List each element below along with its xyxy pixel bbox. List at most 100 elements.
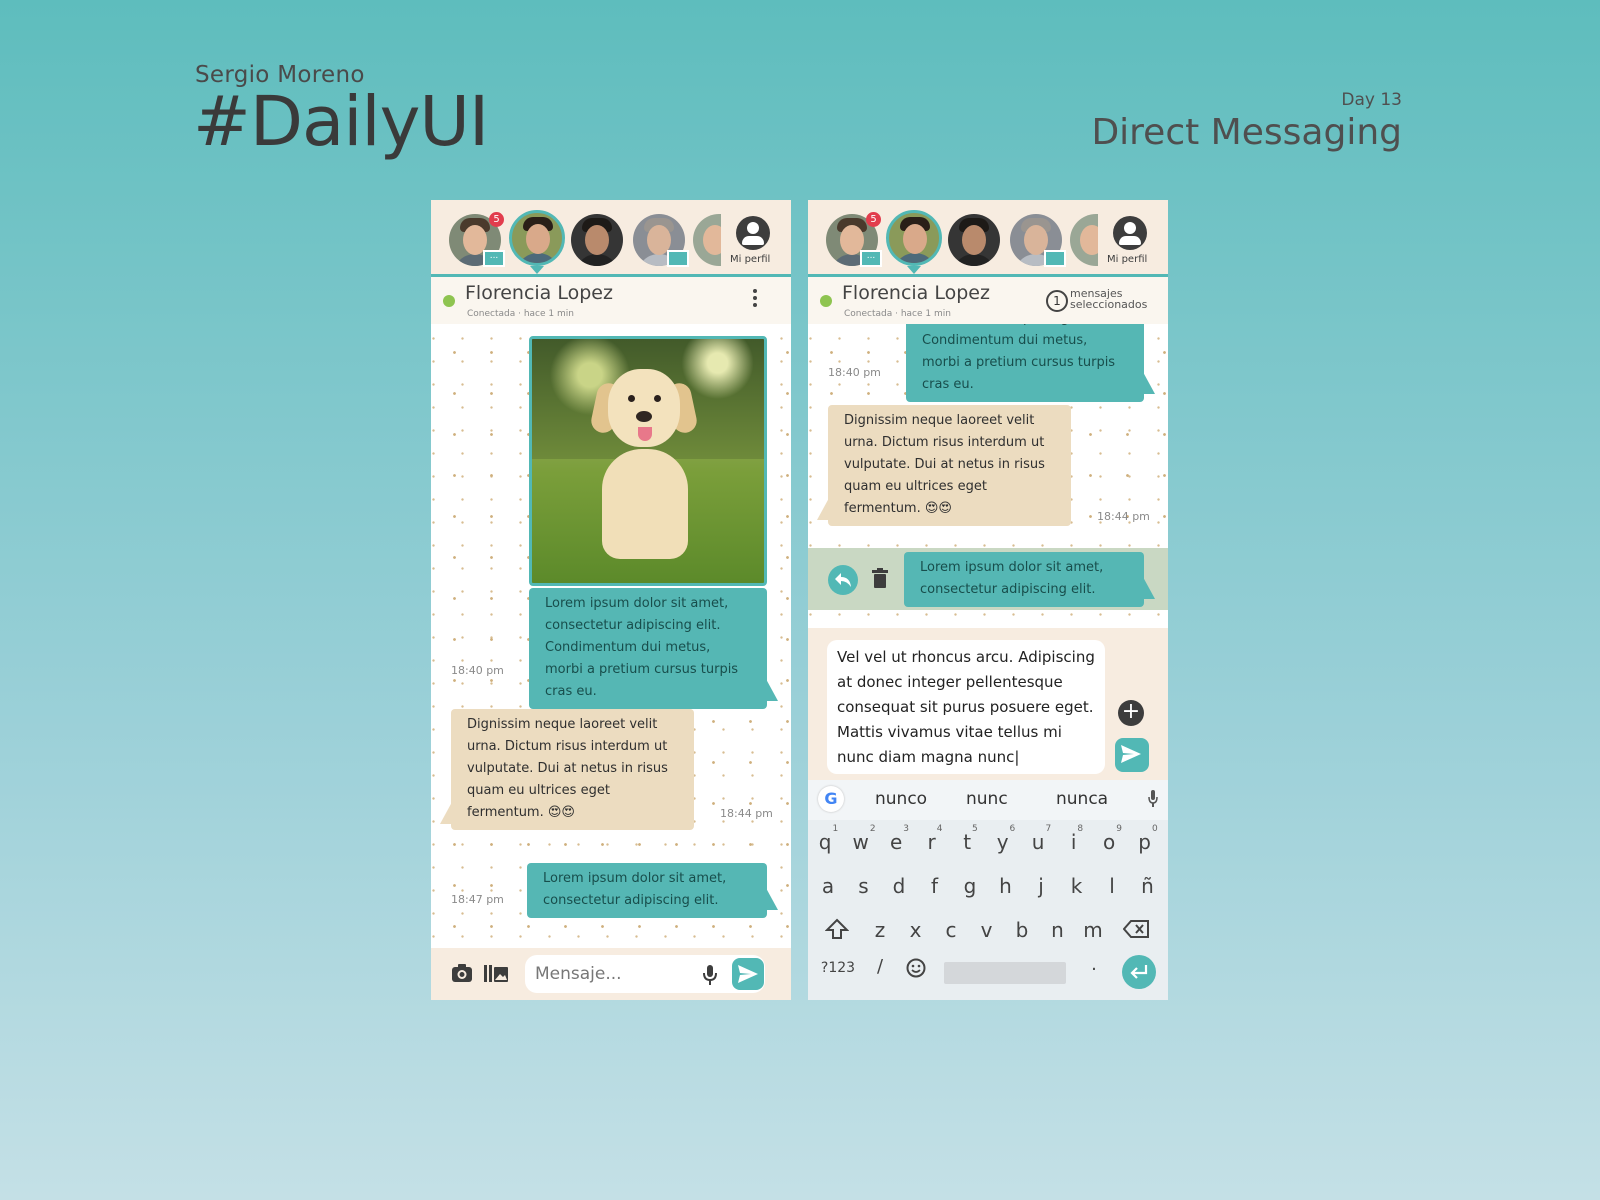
page-subtitle: Direct Messaging [1091, 112, 1402, 153]
key-f[interactable]: f [919, 874, 951, 898]
unread-badge: 5 [866, 212, 881, 227]
key-l[interactable]: l [1096, 874, 1128, 898]
contact-avatar-active[interactable] [509, 210, 565, 266]
message-time: 18:44 pm [1097, 510, 1150, 523]
trash-icon[interactable] [872, 568, 888, 588]
shift-icon[interactable] [825, 918, 849, 940]
key-t[interactable]: t5 [954, 824, 986, 854]
attach-plus-icon[interactable]: + [1118, 700, 1144, 726]
phone-screen-selection: 5 ... Mi perfil Florencia Lopez Conectad… [808, 200, 1168, 1000]
message-input-bar: Mensaje... [431, 948, 791, 1000]
compose-input[interactable]: Vel vel ut rhoncus arcu. Adipiscing at d… [827, 640, 1105, 774]
key-a[interactable]: a [812, 874, 844, 898]
key-r[interactable]: r4 [919, 824, 951, 854]
contact-name[interactable]: Florencia Lopez [842, 282, 990, 304]
key-ñ[interactable]: ñ [1132, 874, 1164, 898]
more-options-icon[interactable] [753, 289, 757, 310]
key-q[interactable]: q1 [812, 824, 844, 854]
key-u[interactable]: u7 [1025, 824, 1057, 854]
on-screen-keyboard: G nunco nunc nunca q1 w2 e3 r4 t5 y6 u7 i8 o9 p0 … [808, 780, 1168, 1000]
key-g[interactable]: g [954, 874, 986, 898]
active-contact-pointer [907, 266, 921, 274]
keyboard-mic-icon[interactable] [1148, 790, 1158, 808]
key-b[interactable]: b [1006, 918, 1038, 942]
period-key[interactable]: . [1078, 954, 1110, 975]
muted-icon [667, 250, 689, 267]
outgoing-message[interactable]: Lorem ipsum dolor sit amet, consectetur … [527, 863, 778, 918]
message-list[interactable]: Lorem ipsum dolor sit amet, consectetur … [431, 324, 791, 948]
key-x[interactable]: x [900, 918, 932, 942]
key-s[interactable]: s [848, 874, 880, 898]
suggestion[interactable]: nunca [1056, 789, 1108, 809]
key-z[interactable]: z [864, 918, 896, 942]
contact-status: Conectada · hace 1 min [467, 309, 574, 319]
chat-header: Florencia Lopez Conectada · hace 1 min 1… [808, 277, 1168, 324]
outgoing-message[interactable]: Lorem ipsum dolor sit amet, consectetur … [529, 588, 778, 709]
contact-name[interactable]: Florencia Lopez [465, 282, 613, 304]
camera-icon[interactable] [451, 963, 473, 983]
contact-avatar-active[interactable] [886, 210, 942, 266]
key-c[interactable]: c [935, 918, 967, 942]
profile-label[interactable]: Mi perfil [1107, 254, 1147, 265]
key-d[interactable]: d [883, 874, 915, 898]
contact-avatar[interactable] [948, 214, 1000, 266]
google-icon[interactable]: G [818, 786, 844, 812]
slash-key[interactable]: / [864, 956, 896, 977]
key-y[interactable]: y6 [990, 824, 1022, 854]
message-input[interactable]: Mensaje... [525, 955, 765, 993]
symbols-key[interactable]: ?123 [818, 960, 858, 976]
gallery-icon[interactable] [483, 963, 509, 983]
contact-avatar[interactable] [1070, 214, 1098, 266]
send-button[interactable] [1115, 738, 1149, 772]
suggestion-bar: G nunco nunc nunca [808, 780, 1168, 820]
reply-icon [835, 573, 851, 587]
key-v[interactable]: v [971, 918, 1003, 942]
message-time: 18:47 pm [451, 893, 504, 906]
incoming-message[interactable]: Dignissim neque laoreet velit urna. Dict… [440, 709, 694, 830]
selected-message-row[interactable]: Lorem ipsum dolor sit amet, consectetur … [808, 548, 1168, 610]
suggestion[interactable]: nunco [875, 789, 927, 809]
key-j[interactable]: j [1025, 874, 1057, 898]
key-row-3: zxcvbnm [808, 912, 1168, 952]
key-e[interactable]: e3 [883, 824, 915, 854]
contacts-bar: 5 ... Mi perfil [431, 200, 791, 277]
key-i[interactable]: i8 [1061, 824, 1093, 854]
profile-label[interactable]: Mi perfil [730, 254, 770, 265]
send-icon [738, 965, 758, 983]
key-p[interactable]: p0 [1132, 824, 1164, 854]
active-contact-pointer [530, 266, 544, 274]
page-title: #DailyUI [193, 82, 489, 162]
microphone-icon[interactable] [703, 964, 717, 986]
unread-badge: 5 [489, 212, 504, 227]
suggestion[interactable]: nunc [966, 789, 1008, 809]
enter-button[interactable] [1122, 955, 1156, 989]
contacts-bar: 5 ... Mi perfil [808, 200, 1168, 277]
reply-button[interactable] [828, 565, 858, 595]
day-label: Day 13 [1341, 90, 1402, 110]
spacebar[interactable] [944, 962, 1066, 984]
selected-outgoing-message[interactable]: Lorem ipsum dolor sit amet, consectetur … [904, 552, 1155, 607]
incoming-message[interactable]: Dignissim neque laoreet velit urna. Dict… [817, 405, 1071, 526]
key-n[interactable]: n [1042, 918, 1074, 942]
online-indicator [820, 295, 832, 307]
chat-bubble-icon: ... [860, 250, 882, 267]
profile-icon[interactable] [1113, 216, 1147, 250]
key-h[interactable]: h [990, 874, 1022, 898]
key-o[interactable]: o9 [1096, 824, 1128, 854]
contact-avatar[interactable] [571, 214, 623, 266]
profile-icon[interactable] [736, 216, 770, 250]
key-k[interactable]: k [1061, 874, 1093, 898]
selected-label: mensajes seleccionados [1070, 287, 1148, 311]
dog-photo[interactable] [529, 336, 767, 586]
key-w[interactable]: w2 [848, 824, 880, 854]
send-button[interactable] [732, 958, 764, 990]
backspace-icon[interactable] [1123, 920, 1149, 938]
key-m[interactable]: m [1077, 918, 1109, 942]
key-row-1: q1 w2 e3 r4 t5 y6 u7 i8 o9 p0 [808, 824, 1168, 864]
outgoing-message[interactable]: consectetur adipiscing elit. Condimentum… [906, 324, 1155, 402]
emoji-icon[interactable] [906, 958, 926, 978]
contact-avatar[interactable] [693, 214, 721, 266]
message-time: 18:40 pm [451, 664, 504, 677]
chat-header: Florencia Lopez Conectada · hace 1 min [431, 277, 791, 324]
message-time: 18:44 pm [720, 807, 773, 820]
